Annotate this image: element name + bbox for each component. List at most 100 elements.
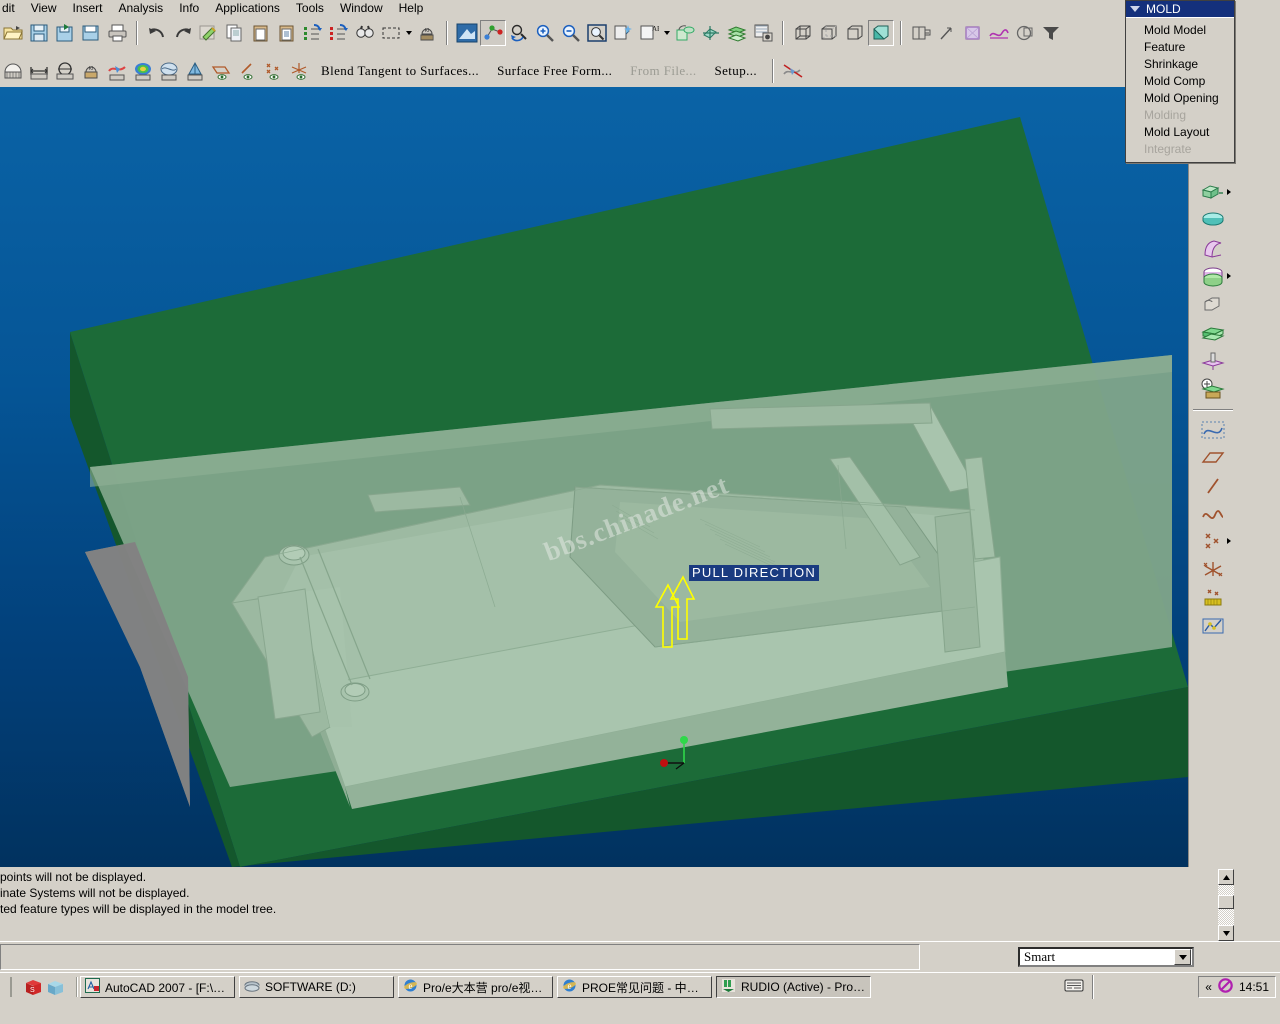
solidworks-icon[interactable]: S [22,976,44,998]
datum-axis-icon[interactable] [934,20,960,46]
appearance-icon[interactable] [698,20,724,46]
paste-icon[interactable] [248,20,274,46]
mold-menu-item-mold-comp[interactable]: Mold Comp [1126,73,1234,90]
mold-menu-item-shrinkage[interactable]: Shrinkage [1126,56,1234,73]
draft-icon[interactable] [1193,347,1233,375]
reorient-icon[interactable] [506,20,532,46]
saved-view-icon[interactable] [610,20,636,46]
chevron-down-icon[interactable] [404,20,414,46]
menu-blend-tangent-to-surfaces[interactable]: Blend Tangent to Surfaces... [312,63,488,79]
redo-icon[interactable] [170,20,196,46]
menu-item-view[interactable]: View [23,0,65,17]
message-log-scrollbar[interactable] [1218,869,1236,941]
sweep-icon[interactable] [1193,235,1233,263]
filter-icon[interactable] [1038,20,1064,46]
datum-axis-icon[interactable] [1193,472,1233,500]
datum-plane-icon[interactable] [1193,444,1233,472]
spin-center-icon[interactable] [480,20,506,46]
datum-csys-icon[interactable] [1193,556,1233,584]
mold-menu-title-bar[interactable]: MOLD [1126,1,1234,17]
datum-csys-icon[interactable] [986,20,1012,46]
round-icon[interactable] [1193,291,1233,319]
datum-point-icon[interactable] [1193,528,1233,556]
paste-special-icon[interactable] [274,20,300,46]
keyboard-icon[interactable] [1064,977,1084,996]
mold-menu-item-mold-opening[interactable]: Mold Opening [1126,90,1234,107]
wireframe-icon[interactable] [790,20,816,46]
datum-point-icon[interactable] [960,20,986,46]
menu-item-help[interactable]: Help [391,0,432,17]
chevron-down-icon[interactable] [662,20,672,46]
datum-point-display-icon[interactable] [260,58,286,84]
shaded-curvature-icon[interactable] [182,58,208,84]
taskbar-item-autocad[interactable]: AutoCAD 2007 - [F:\产... [80,976,235,998]
open-icon[interactable] [0,20,26,46]
regenerate-icon[interactable] [300,20,326,46]
curvature-icon[interactable] [0,58,26,84]
menu-item-window[interactable]: Window [332,0,391,17]
menu-item-info[interactable]: Info [171,0,207,17]
save-as-icon[interactable] [52,20,78,46]
print-icon[interactable] [104,20,130,46]
surface-analysis-icon[interactable] [156,58,182,84]
collapse-arrow-icon[interactable] [1130,6,1140,12]
render-icon[interactable] [750,20,776,46]
menu-surface-free-form[interactable]: Surface Free Form... [488,63,621,79]
scrollbar-thumb[interactable] [1218,895,1234,909]
mass-properties-icon[interactable]: KI [78,58,104,84]
curve-icon[interactable] [1193,500,1233,528]
measure-icon[interactable]: KI [414,20,440,46]
taskbar-item-software-drive[interactable]: SOFTWARE (D:) [239,976,394,998]
tray-clock[interactable]: 14:51 [1239,980,1269,994]
menu-setup[interactable]: Setup... [706,63,767,79]
undo-icon[interactable] [144,20,170,46]
annotation-icon[interactable]: AB [636,20,662,46]
menu-item-analysis[interactable]: Analysis [111,0,172,17]
layer-icon[interactable] [672,20,698,46]
menu-item-applications[interactable]: Applications [207,0,288,17]
show-desktop-icon[interactable] [0,976,22,998]
taskbar-item-proengineer[interactable]: RUDIO (Active) - Pro/EN... [716,976,871,998]
extrude-icon[interactable] [1193,179,1233,207]
hidden-line-icon[interactable] [816,20,842,46]
distance-icon[interactable] [26,58,52,84]
copy-icon[interactable] [222,20,248,46]
blend-icon[interactable] [1193,263,1233,291]
diameter-icon[interactable] [52,58,78,84]
menu-item-tools[interactable]: Tools [288,0,332,17]
sketch-icon[interactable] [1193,416,1233,444]
graphics-window[interactable]: bbs.chinade.net PULL DIRECTION [0,87,1188,867]
refit-icon[interactable] [584,20,610,46]
flyout-arrow-icon[interactable] [1226,273,1231,279]
mold-menu-item-mold-model[interactable]: Mold Model [1126,22,1234,39]
curvature-plot-icon[interactable] [130,58,156,84]
zoom-in-icon[interactable] [532,20,558,46]
datum-axis-display-icon[interactable] [234,58,260,84]
no-hidden-icon[interactable] [842,20,868,46]
annotation-toggle-icon[interactable] [1012,20,1038,46]
cut-icon[interactable] [196,20,222,46]
taskbar-item-proe-forum[interactable]: e Pro/e大本营 pro/e视频... [398,976,553,998]
rib-icon[interactable] [1193,319,1233,347]
no-display-icon[interactable] [780,58,806,84]
flyout-arrow-icon[interactable] [1226,189,1231,195]
datum-plane-display-icon[interactable] [208,58,234,84]
datum-plane-icon[interactable] [908,20,934,46]
select-box-icon[interactable] [378,20,404,46]
media-icon[interactable] [44,976,66,998]
mold-menu-item-feature[interactable]: Feature [1126,39,1234,56]
flyout-arrow-icon[interactable] [1226,538,1231,544]
chevron-down-icon[interactable] [1174,949,1191,965]
taskbar-item-proe-faq[interactable]: e PROE常见问题 - 中华... [557,976,712,998]
save-copy-icon[interactable] [78,20,104,46]
mold-menu-item-mold-layout[interactable]: Mold Layout [1126,124,1234,141]
graph-icon[interactable] [1193,612,1233,640]
regenerate-manual-icon[interactable] [326,20,352,46]
scroll-down-button[interactable] [1218,925,1234,941]
revolve-icon[interactable] [1193,207,1233,235]
zoom-out-icon[interactable] [558,20,584,46]
reference-point-icon[interactable] [1193,584,1233,612]
selection-filter-dropdown[interactable]: Smart [1018,947,1194,967]
find-icon[interactable] [352,20,378,46]
tray-expand-chevron[interactable]: « [1205,980,1212,994]
